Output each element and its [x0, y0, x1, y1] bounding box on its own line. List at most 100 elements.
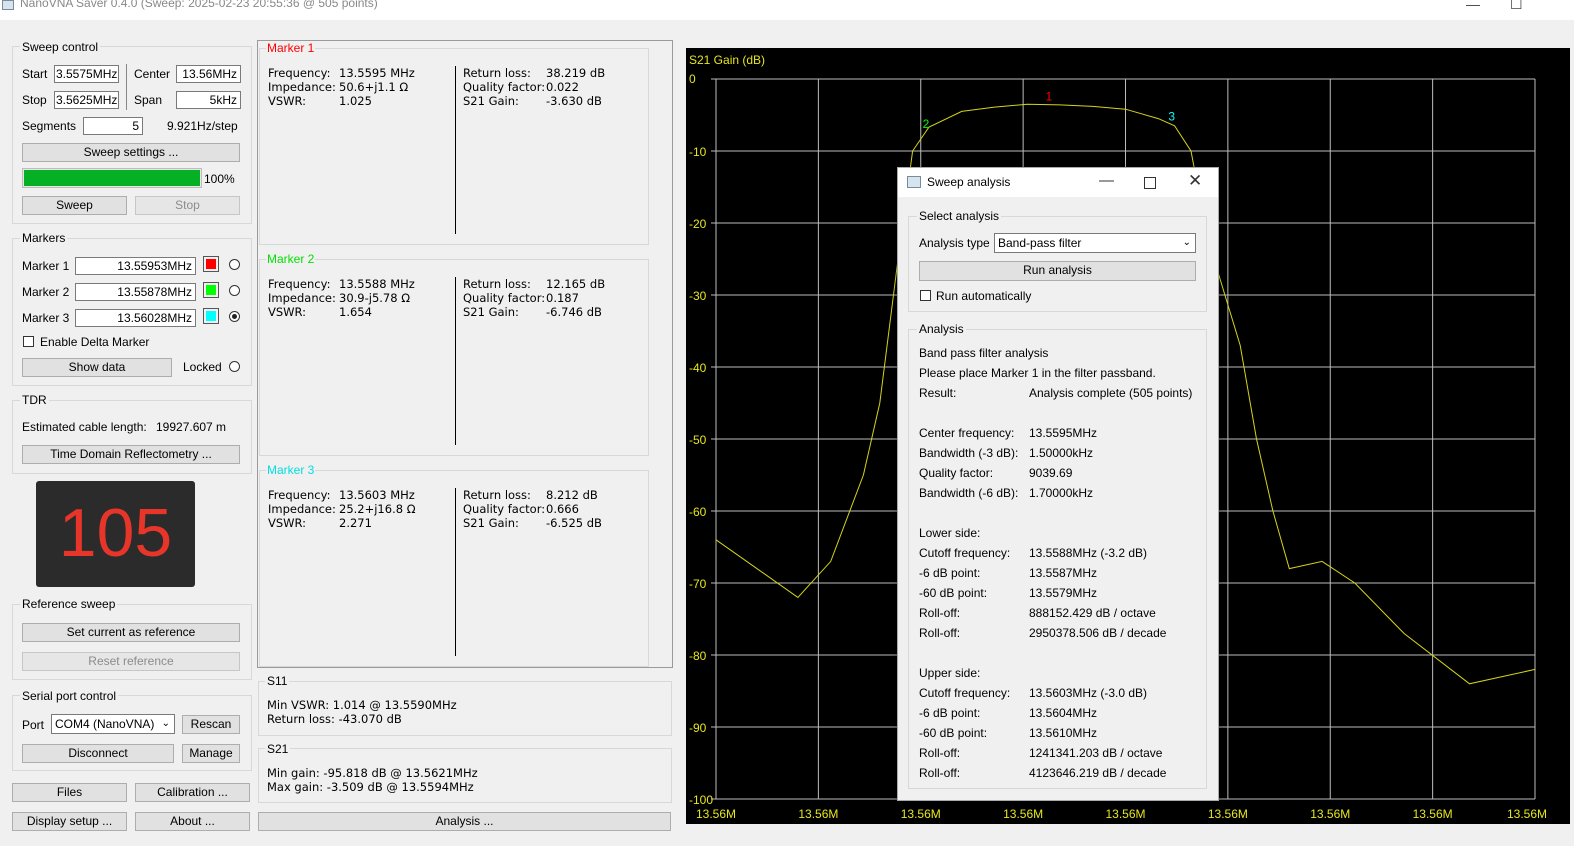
marker-field-value: 50.6+j1.1 Ω: [339, 80, 409, 94]
big-readout-display: 105: [36, 481, 195, 587]
locked-radio[interactable]: [229, 361, 240, 372]
marker-field-label: Frequency:: [268, 66, 331, 80]
s11-return-loss: Return loss: -43.070 dB: [267, 712, 402, 726]
analysis-row-label: Roll-off:: [919, 766, 961, 780]
progress-fill: [24, 170, 200, 186]
analysis-button[interactable]: Analysis ...: [258, 812, 671, 831]
show-data-button[interactable]: Show data: [22, 358, 172, 377]
analysis-type-label: Analysis type: [919, 236, 990, 250]
sweep-progress-bar: [22, 168, 202, 188]
files-button[interactable]: Files: [12, 783, 127, 802]
analysis-row-label: Roll-off:: [919, 626, 961, 640]
display-setup-button[interactable]: Display setup ...: [12, 812, 127, 831]
serial-title: Serial port control: [20, 689, 119, 703]
maximize-icon[interactable]: ☐: [1510, 0, 1523, 13]
marker-field-value: 12.165 dB: [546, 277, 606, 291]
rescan-button[interactable]: Rescan: [182, 715, 240, 734]
marker-frequency-input[interactable]: 13.55878MHz: [75, 283, 196, 301]
y-tick-label: -70: [689, 577, 707, 591]
stop-label: Stop: [22, 93, 47, 107]
manage-button[interactable]: Manage: [182, 744, 240, 763]
minimize-icon[interactable]: —: [1099, 172, 1114, 189]
run-automatically-label: Run automatically: [936, 289, 1032, 303]
center-input[interactable]: 13.56MHz: [176, 65, 241, 83]
sweep-settings-button[interactable]: Sweep settings ...: [22, 143, 240, 162]
start-input[interactable]: 3.5575MHz: [54, 65, 119, 83]
marker-field-label: Frequency:: [268, 277, 331, 291]
marker-color-swatch: [206, 285, 216, 295]
stop-input[interactable]: 3.5625MHz: [54, 91, 119, 109]
window-title: NanoVNA Saver 0.4.0 (Sweep: 2025-02-23 2…: [20, 0, 378, 10]
reference-title: Reference sweep: [20, 597, 118, 611]
marker-color-button[interactable]: [203, 256, 219, 272]
reset-reference-button[interactable]: Reset reference: [22, 652, 240, 671]
window-titlebar: NanoVNA Saver 0.4.0 (Sweep: 2025-02-23 2…: [0, 0, 1574, 20]
marker-select-radio[interactable]: [229, 311, 240, 322]
marker-field-value: -6.525 dB: [546, 516, 602, 530]
marker-field-label: Return loss:: [463, 277, 531, 291]
analysis-row-label: Center frequency:: [919, 426, 1015, 440]
x-tick-label: 13.56M: [696, 807, 736, 821]
set-reference-button[interactable]: Set current as reference: [22, 623, 240, 642]
select-analysis-title: Select analysis: [917, 209, 1002, 223]
y-tick-label: 0: [689, 72, 696, 86]
divider: [126, 64, 127, 110]
analysis-row-label: -6 dB point:: [919, 566, 981, 580]
analysis-row-label: Upper side:: [919, 666, 981, 680]
marker-field-label: Quality factor:: [463, 502, 546, 516]
chevron-down-icon: ⌄: [1182, 237, 1191, 248]
marker-field-label: Return loss:: [463, 66, 531, 80]
about-button[interactable]: About ...: [135, 812, 250, 831]
analysis-row-value: 13.5588MHz (-3.2 dB): [1029, 546, 1148, 560]
analysis-type-select[interactable]: Band-pass filter ⌄: [994, 233, 1196, 253]
y-tick-label: -40: [689, 361, 707, 375]
calibration-button[interactable]: Calibration ...: [135, 783, 250, 802]
sweep-button[interactable]: Sweep: [22, 196, 127, 215]
analysis-row-value: 13.5595MHz: [1029, 426, 1098, 440]
port-select[interactable]: COM4 (NanoVNA) ⌄: [51, 714, 175, 734]
analysis-title: Analysis: [917, 322, 966, 336]
analysis-row-value: 13.5587MHz: [1029, 566, 1098, 580]
analysis-row-label: Result:: [919, 386, 957, 400]
analysis-row-value: 9039.69: [1029, 466, 1073, 480]
marker-panel-divider: [455, 488, 456, 656]
marker-field-value: 13.5588 MHz: [339, 277, 415, 291]
center-label: Center: [134, 67, 171, 81]
y-tick-label: -50: [689, 433, 707, 447]
marker-color-button[interactable]: [203, 308, 219, 324]
marker-frequency-input[interactable]: 13.56028MHz: [75, 309, 196, 327]
marker-panel-title: Marker 2: [266, 252, 316, 266]
marker-field-label: Impedance:: [268, 502, 336, 516]
y-tick-label: -30: [689, 289, 707, 303]
marker-select-radio[interactable]: [229, 259, 240, 270]
disconnect-button[interactable]: Disconnect: [22, 744, 174, 763]
span-input[interactable]: 5kHz: [176, 91, 241, 109]
delta-marker-checkbox[interactable]: [23, 336, 34, 347]
marker-frequency-input[interactable]: 13.55953MHz: [75, 257, 196, 275]
marker-color-button[interactable]: [203, 282, 219, 298]
analysis-row-value: 1.70000kHz: [1029, 486, 1094, 500]
marker-color-swatch: [206, 311, 216, 321]
segments-label: Segments: [22, 119, 77, 133]
marker-row-label: Marker 2: [22, 285, 70, 299]
tdr-button[interactable]: Time Domain Reflectometry ...: [22, 445, 240, 464]
chart-marker-label: 3: [1168, 109, 1175, 123]
marker-color-swatch: [206, 259, 216, 269]
run-analysis-button[interactable]: Run analysis: [919, 261, 1196, 281]
analysis-row-value: 1241341.203 dB / octave: [1029, 746, 1163, 760]
s21-min-gain: Min gain: -95.818 dB @ 13.5621MHz: [267, 766, 478, 780]
minimize-icon[interactable]: —: [1466, 0, 1480, 12]
analysis-row-label: Cutoff frequency:: [919, 686, 1011, 700]
close-icon[interactable]: ✕: [1188, 171, 1202, 191]
run-automatically-checkbox[interactable]: [920, 290, 931, 301]
maximize-icon[interactable]: [1144, 177, 1156, 189]
marker-select-radio[interactable]: [229, 285, 240, 296]
marker-field-value: 1.025: [339, 94, 372, 108]
stop-button[interactable]: Stop: [135, 196, 240, 215]
y-tick-label: -90: [689, 721, 707, 735]
segments-input[interactable]: 5: [83, 117, 143, 135]
marker-field-value: 8.212 dB: [546, 488, 598, 502]
analysis-row-label: Band pass filter analysis: [919, 346, 1049, 360]
marker-panel-title: Marker 1: [266, 41, 316, 55]
delta-marker-label: Enable Delta Marker: [40, 335, 150, 349]
